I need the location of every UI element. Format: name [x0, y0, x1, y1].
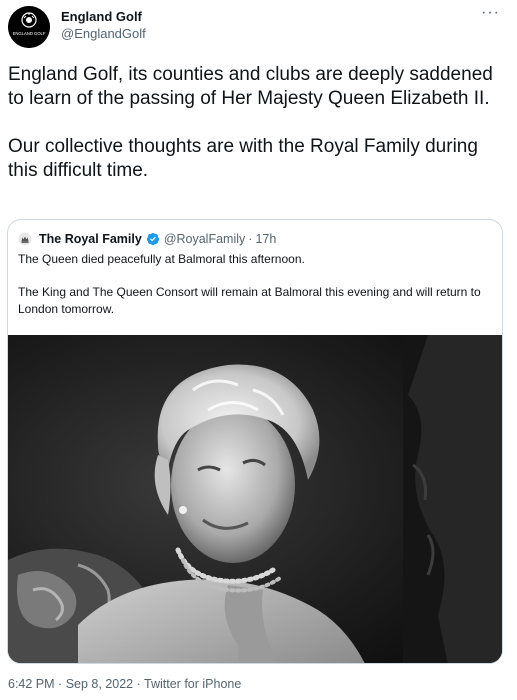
tweet-date[interactable]: Sep 8, 2022: [66, 677, 133, 691]
tweet-header: ENGLAND GOLF England Golf @EnglandGolf ·…: [8, 4, 508, 48]
meta-separator: ·: [58, 677, 63, 691]
royal-crest-icon: [18, 232, 32, 246]
quote-author-handle[interactable]: @RoyalFamily: [164, 232, 245, 246]
quote-timestamp[interactable]: 17h: [255, 232, 276, 246]
author-avatar[interactable]: ENGLAND GOLF: [8, 6, 50, 48]
quote-separator: ·: [248, 232, 253, 246]
tweet-paragraph: Our collective thoughts are with the Roy…: [8, 136, 478, 181]
meta-separator: ·: [136, 677, 141, 691]
more-options-icon[interactable]: ···: [481, 4, 500, 22]
quoted-tweet[interactable]: The Royal Family @RoyalFamily · 17h The …: [7, 219, 503, 664]
tweet-paragraph: England Golf, its counties and clubs are…: [8, 64, 493, 109]
tweet-text: England Golf, its counties and clubs are…: [8, 63, 503, 183]
quote-paragraph: The King and The Queen Consort will rema…: [18, 285, 481, 316]
avatar-logo-text: ENGLAND GOLF: [13, 31, 46, 36]
england-golf-logo-icon: ENGLAND GOLF: [8, 6, 50, 48]
queen-portrait-image: [8, 335, 502, 663]
quote-text: The Queen died peacefully at Balmoral th…: [18, 251, 488, 318]
author-handle[interactable]: @EnglandGolf: [61, 26, 146, 41]
author-name[interactable]: England Golf: [61, 9, 142, 24]
quote-photo[interactable]: [8, 335, 502, 663]
verified-badge-icon: [146, 232, 159, 246]
tweet-source[interactable]: Twitter for iPhone: [144, 677, 241, 691]
quote-author-name[interactable]: The Royal Family: [39, 232, 142, 246]
quote-header: The Royal Family @RoyalFamily · 17h: [18, 230, 276, 248]
quote-paragraph: The Queen died peacefully at Balmoral th…: [18, 252, 305, 266]
tweet-time[interactable]: 6:42 PM: [8, 677, 55, 691]
tweet-meta: 6:42 PM · Sep 8, 2022 · Twitter for iPho…: [8, 677, 241, 691]
